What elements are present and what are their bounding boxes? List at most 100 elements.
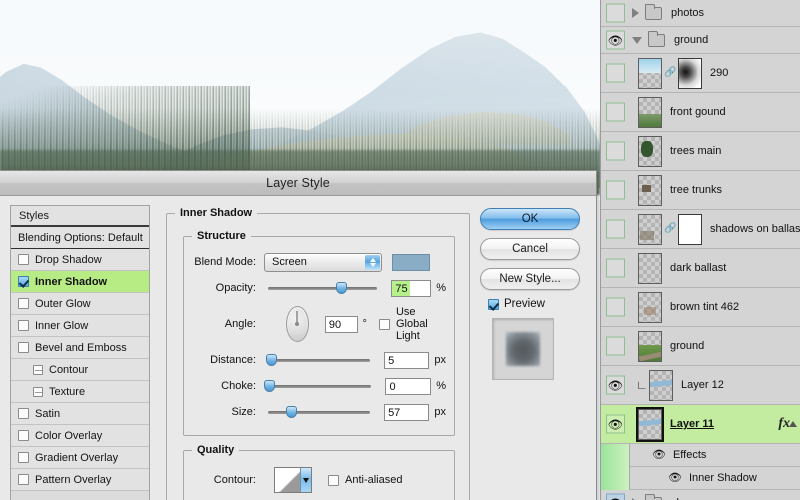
ok-button[interactable]: OK xyxy=(480,208,580,230)
visibility-toggle[interactable] xyxy=(606,297,625,317)
disclosure-triangle-icon[interactable] xyxy=(632,36,642,44)
visibility-toggle[interactable] xyxy=(606,63,625,83)
opacity-input[interactable]: 75 xyxy=(391,279,432,297)
style-item-inner-glow[interactable]: Inner Glow xyxy=(11,315,149,337)
disclosure-triangle-icon[interactable] xyxy=(632,8,639,18)
visibility-toggle[interactable] xyxy=(606,102,625,122)
new-style-button[interactable]: New Style... xyxy=(480,268,580,290)
checkbox-icon[interactable] xyxy=(18,298,29,309)
style-item-color-overlay[interactable]: Color Overlay xyxy=(11,425,149,447)
layer-row-dark-ballast[interactable]: dark ballast xyxy=(601,249,800,288)
effect-name: Inner Shadow xyxy=(688,472,757,484)
layer-row-brown-tint-462[interactable]: brown tint 462 xyxy=(601,288,800,327)
distance-slider[interactable] xyxy=(264,353,374,367)
layer-thumbnail[interactable] xyxy=(649,369,673,401)
chevron-down-icon[interactable] xyxy=(300,468,311,492)
styles-list-header[interactable]: Styles xyxy=(11,206,149,227)
visibility-toggle[interactable]: 👁 xyxy=(606,375,625,395)
size-slider[interactable] xyxy=(264,405,374,419)
visibility-toggle[interactable]: 👁 xyxy=(606,493,625,500)
choke-slider[interactable] xyxy=(264,379,375,393)
visibility-toggle[interactable]: 👁 xyxy=(606,30,625,50)
layer-row-290[interactable]: 🔗 290 xyxy=(601,54,800,93)
layer-row-photos[interactable]: photos xyxy=(601,0,800,27)
slider-thumb[interactable] xyxy=(264,380,275,392)
style-item-bevel-and-emboss[interactable]: Bevel and Emboss xyxy=(11,337,149,359)
style-item-gradient-overlay[interactable]: Gradient Overlay xyxy=(11,447,149,469)
layer-thumbnail[interactable] xyxy=(638,174,662,206)
visibility-toggle[interactable] xyxy=(606,258,625,278)
preview-toggle[interactable]: Preview xyxy=(488,298,588,310)
style-item-satin[interactable]: Satin xyxy=(11,403,149,425)
layer-thumbnail[interactable] xyxy=(638,96,662,128)
layer-row-sky[interactable]: 👁 sky xyxy=(601,490,800,500)
layer-thumbnail[interactable] xyxy=(638,291,662,323)
style-item-blending-options[interactable]: Blending Options: Default xyxy=(11,227,149,249)
use-global-light-checkbox[interactable] xyxy=(378,318,390,330)
stepper-arrows-icon[interactable] xyxy=(365,254,380,270)
eye-icon[interactable]: 👁 xyxy=(668,472,682,484)
distance-input[interactable]: 5 xyxy=(384,351,430,369)
visibility-toggle[interactable] xyxy=(606,180,625,200)
size-input[interactable]: 57 xyxy=(384,403,430,421)
layer-thumbnail[interactable] xyxy=(638,252,662,284)
link-icon[interactable]: 🔗 xyxy=(664,224,676,234)
layer-thumbnail[interactable] xyxy=(638,135,662,167)
angle-hub-icon xyxy=(295,322,300,326)
checkbox-checked-icon[interactable] xyxy=(18,276,29,287)
effects-row[interactable]: 👁 Effects xyxy=(601,444,800,467)
checkbox-icon[interactable] xyxy=(33,386,43,397)
slider-thumb[interactable] xyxy=(336,282,347,294)
blend-mode-select[interactable]: Screen xyxy=(264,252,382,272)
link-icon[interactable]: 🔗 xyxy=(664,68,676,78)
slider-thumb[interactable] xyxy=(266,354,277,366)
style-item-texture[interactable]: Texture xyxy=(11,381,149,403)
layer-row-trees-main[interactable]: trees main xyxy=(601,132,800,171)
visibility-toggle[interactable] xyxy=(606,336,625,356)
anti-aliased-checkbox[interactable] xyxy=(328,474,339,486)
layer-thumbnail[interactable] xyxy=(636,406,664,442)
opacity-slider[interactable] xyxy=(264,281,381,295)
layer-thumbnail[interactable] xyxy=(638,213,662,245)
style-item-pattern-overlay[interactable]: Pattern Overlay xyxy=(11,469,149,491)
layer-thumbnail[interactable] xyxy=(638,57,662,89)
choke-input[interactable]: 0 xyxy=(385,377,432,395)
layer-row-front-gound[interactable]: front gound xyxy=(601,93,800,132)
style-item-outer-glow[interactable]: Outer Glow xyxy=(11,293,149,315)
style-item-contour[interactable]: Contour xyxy=(11,359,149,381)
visibility-toggle[interactable]: 👁 xyxy=(606,414,625,434)
layer-mask-thumbnail[interactable] xyxy=(678,213,702,245)
layer-row-tree-trunks[interactable]: tree trunks xyxy=(601,171,800,210)
slider-thumb[interactable] xyxy=(286,406,297,418)
scroll-up-arrow-icon[interactable] xyxy=(789,421,797,427)
layer-row-shadows-on-ballast[interactable]: 🔗 shadows on ballast xyxy=(601,210,800,249)
checkbox-icon[interactable] xyxy=(18,342,29,353)
shadow-color-swatch[interactable] xyxy=(392,253,430,271)
checkbox-icon[interactable] xyxy=(18,430,29,441)
visibility-toggle[interactable] xyxy=(606,141,625,161)
layer-thumbnail[interactable] xyxy=(638,330,662,362)
checkbox-icon[interactable] xyxy=(18,254,29,265)
checkbox-icon[interactable] xyxy=(18,408,29,419)
checkbox-icon[interactable] xyxy=(18,320,29,331)
cancel-button[interactable]: Cancel xyxy=(480,238,580,260)
layer-row-ground-group[interactable]: 👁 ground xyxy=(601,27,800,54)
dialog-titlebar[interactable]: Layer Style xyxy=(0,171,596,196)
visibility-toggle[interactable] xyxy=(606,3,625,23)
effect-row-inner-shadow[interactable]: 👁 Inner Shadow xyxy=(601,467,800,490)
layer-row-ground-layer[interactable]: ground xyxy=(601,327,800,366)
visibility-toggle[interactable] xyxy=(606,219,625,239)
checkbox-icon[interactable] xyxy=(18,474,29,485)
layer-row-layer-12[interactable]: 👁 ∟ Layer 12 xyxy=(601,366,800,405)
style-item-inner-shadow[interactable]: Inner Shadow xyxy=(11,271,149,293)
style-item-drop-shadow[interactable]: Drop Shadow xyxy=(11,249,149,271)
checkbox-icon[interactable] xyxy=(33,364,43,375)
eye-icon[interactable]: 👁 xyxy=(652,449,666,461)
contour-preset-picker[interactable] xyxy=(274,467,312,493)
checkbox-checked-icon[interactable] xyxy=(488,298,499,310)
layer-row-layer-11[interactable]: 👁 Layer 11 fx xyxy=(601,405,800,444)
angle-input[interactable]: 90 xyxy=(324,315,358,333)
layer-mask-thumbnail[interactable] xyxy=(678,57,702,89)
angle-dial[interactable] xyxy=(286,306,309,342)
checkbox-icon[interactable] xyxy=(18,452,29,463)
